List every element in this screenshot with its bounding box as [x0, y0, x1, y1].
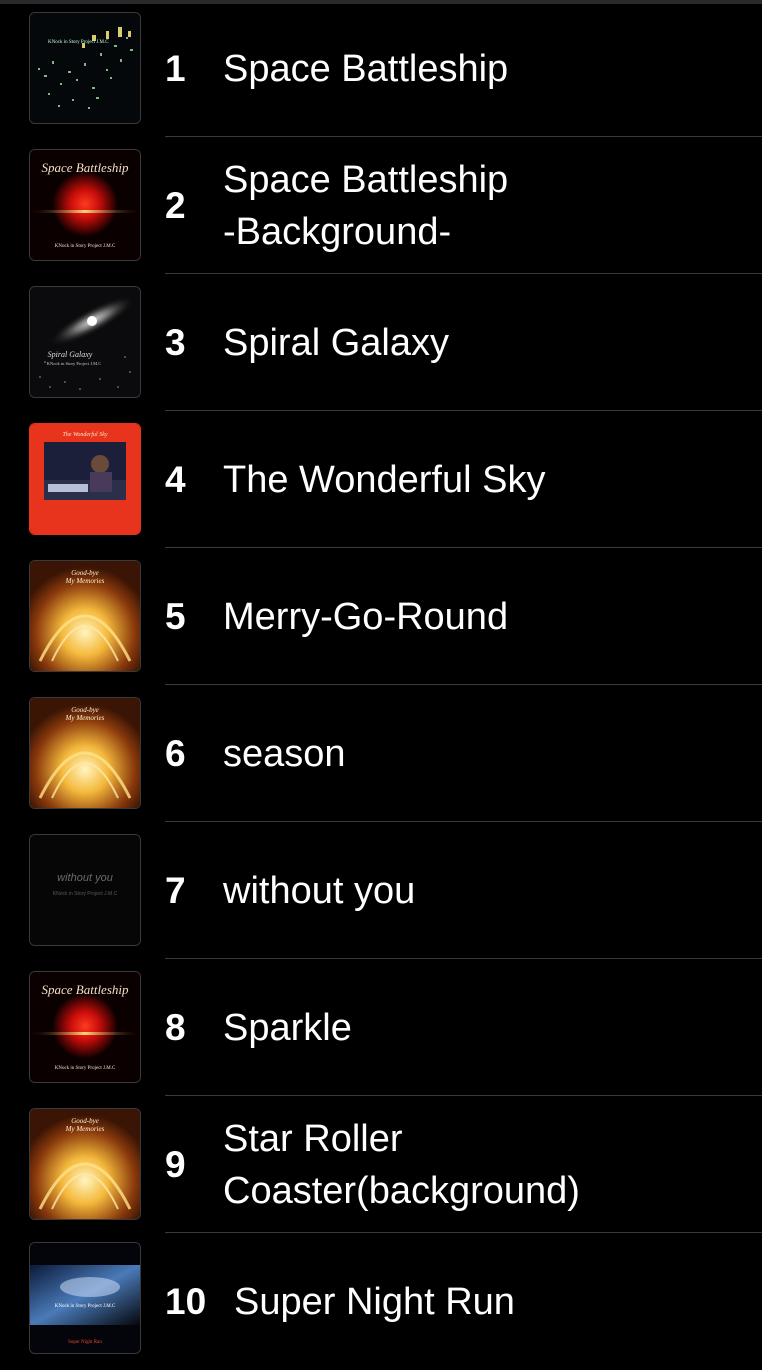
track-row[interactable]: Good-bye My Memories 9 Star Roller Coast…: [0, 1096, 762, 1233]
without-you-art: without you KNock in Story Project J.M.C: [29, 834, 141, 946]
track-title: Sparkle: [223, 1006, 352, 1049]
track-number: 9: [165, 1144, 186, 1185]
track-number: 1: [165, 48, 186, 89]
goodbye-my-memories-art: Good-bye My Memories: [29, 697, 141, 809]
track-row[interactable]: Good-bye My Memories 6 season: [0, 685, 762, 822]
art-subtitle-text: My Memories: [65, 1125, 105, 1133]
track-number: 6: [165, 733, 186, 774]
art-title-text: Super Night Run: [68, 1340, 102, 1345]
wonderful-sky-art: The Wonderful Sky: [29, 423, 141, 535]
art-title-text: Spiral Galaxy: [48, 350, 93, 359]
track-number: 8: [165, 1007, 186, 1048]
space-battleship-city-art: KNock in Story Project J.M.C: [29, 12, 141, 124]
goodbye-my-memories-art: Good-bye My Memories: [29, 1108, 141, 1220]
art-title-text: Good-bye: [71, 706, 99, 714]
track-title: Spiral Galaxy: [223, 321, 449, 364]
track-number: 3: [165, 322, 186, 363]
track-title: Merry-Go-Round: [223, 595, 509, 638]
track-row[interactable]: KNock in Story Project J.M.C Super Night…: [0, 1233, 762, 1370]
track-number: 10: [165, 1281, 207, 1322]
track-row[interactable]: Space Battleship KNock in Story Project …: [0, 959, 762, 1096]
art-band-text: KNock in Story Project J.M.C: [47, 361, 102, 366]
art-band-text: KNock in Story Project J.M.C: [53, 891, 118, 897]
track-row[interactable]: KNock in Story Project J.M.C 1 Space Bat…: [0, 0, 762, 137]
super-night-run-art: KNock in Story Project J.M.C Super Night…: [29, 1242, 141, 1354]
track-row[interactable]: Space Battleship KNock in Story Project …: [0, 137, 762, 274]
art-title-text: Space Battleship: [41, 982, 129, 997]
art-title-text: Good-bye: [71, 1117, 99, 1125]
track-row[interactable]: Good-bye My Memories 5 Merry-Go-Round: [0, 548, 762, 685]
track-title: without you: [223, 869, 416, 912]
goodbye-my-memories-art: Good-bye My Memories: [29, 560, 141, 672]
art-subtitle-text: My Memories: [65, 714, 105, 722]
track-number: 4: [165, 459, 186, 500]
art-title-text: The Wonderful Sky: [62, 431, 107, 438]
track-title: season: [223, 732, 346, 775]
track-title: The Wonderful Sky: [223, 458, 546, 501]
track-row[interactable]: Spiral Galaxy KNock in Story Project J.M…: [0, 274, 762, 411]
space-battleship-red-art: Space Battleship KNock in Story Project …: [29, 149, 141, 261]
track-title: Star Roller Coaster(background): [223, 1117, 580, 1212]
track-number: 2: [165, 185, 186, 226]
art-subtitle-text: My Memories: [65, 577, 105, 585]
art-title-text: Space Battleship: [41, 160, 129, 175]
track-title: Space Battleship -Background-: [223, 158, 509, 253]
track-number: 7: [165, 870, 186, 911]
art-title-text: Good-bye: [71, 569, 99, 577]
art-band-text: KNock in Story Project J.M.C: [55, 244, 116, 249]
track-title: Space Battleship: [223, 47, 509, 90]
art-title-text: without you: [57, 872, 113, 884]
art-band-text: KNock in Story Project J.M.C: [55, 1304, 116, 1309]
track-number: 5: [165, 596, 186, 637]
track-row[interactable]: The Wonderful Sky 4 The Wonderful Sky: [0, 411, 762, 548]
space-battleship-red-art: Space Battleship KNock in Story Project …: [29, 971, 141, 1083]
art-band-text: KNock in Story Project J.M.C: [48, 40, 109, 45]
track-title: Super Night Run: [234, 1280, 515, 1323]
art-band-text: KNock in Story Project J.M.C: [55, 1066, 116, 1071]
track-row[interactable]: without you KNock in Story Project J.M.C…: [0, 822, 762, 959]
spiral-galaxy-art: Spiral Galaxy KNock in Story Project J.M…: [29, 286, 141, 398]
